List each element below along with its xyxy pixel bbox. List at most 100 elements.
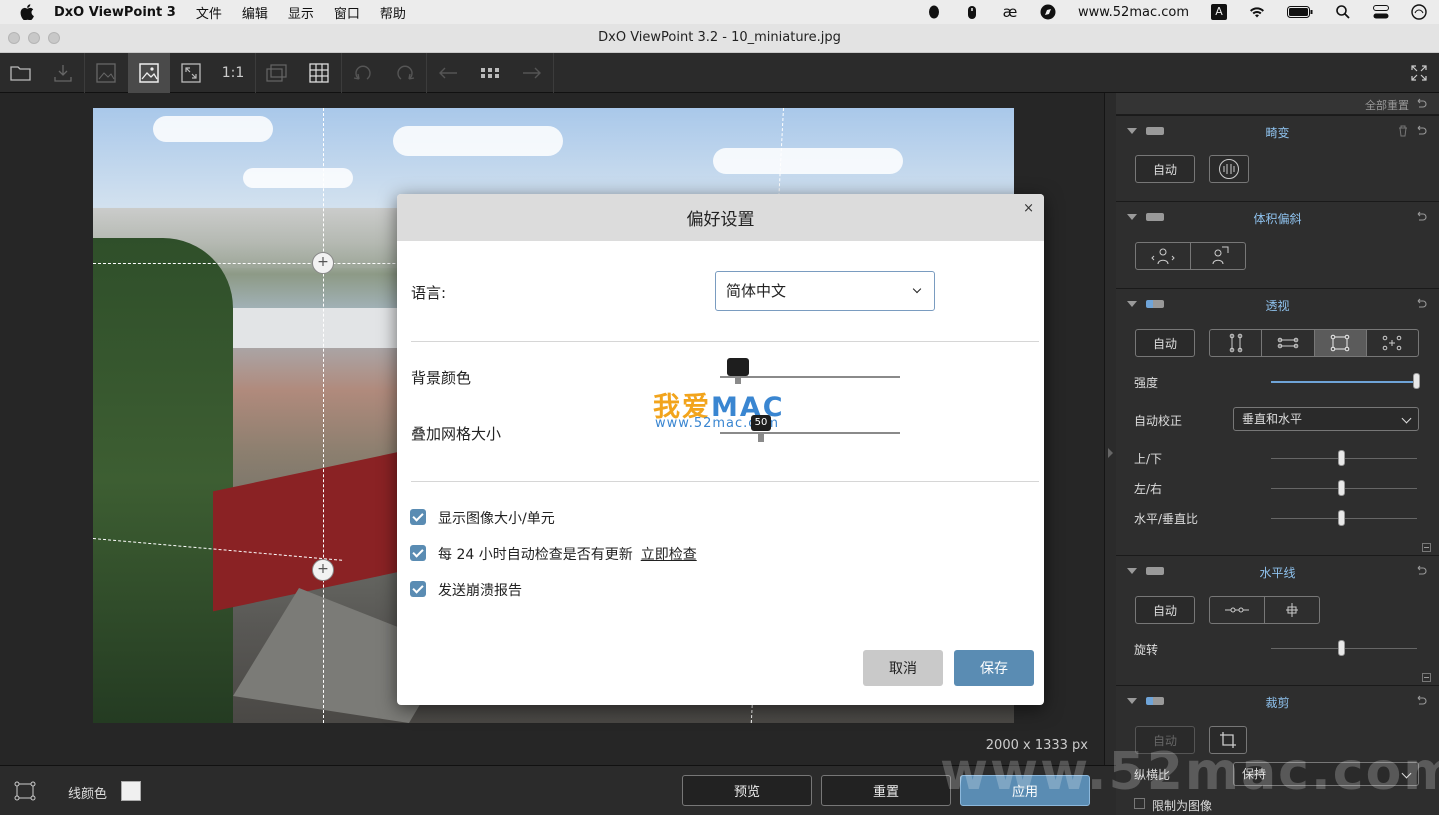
arrow-right-icon [523, 67, 541, 79]
auto-correct-select[interactable]: 垂直和水平 [1233, 407, 1419, 431]
perspective-tool-icon[interactable] [14, 781, 36, 805]
updown-slider-knob[interactable] [1338, 450, 1345, 466]
collapse-triangle-icon[interactable] [1127, 301, 1137, 307]
spotlight-icon[interactable] [1335, 4, 1351, 20]
status-url[interactable]: www.52mac.com [1078, 5, 1189, 20]
collapse-triangle-icon[interactable] [1127, 214, 1137, 220]
siri-icon[interactable] [1411, 4, 1427, 20]
collapse-options-icon[interactable] [1422, 673, 1431, 682]
perspective-auto-button[interactable]: 自动 [1135, 329, 1195, 357]
intensity-slider-knob[interactable] [1413, 373, 1420, 389]
horizon-line-button[interactable] [1210, 597, 1265, 623]
person-center-icon [1151, 248, 1175, 265]
thumbnails-button[interactable] [469, 53, 511, 93]
background-color-knob[interactable] [727, 358, 749, 376]
collapse-triangle-icon[interactable] [1127, 128, 1137, 134]
crop-toggle[interactable] [1146, 697, 1164, 705]
crop-icon [1220, 732, 1236, 748]
menu-file[interactable]: 文件 [196, 3, 222, 22]
check-now-link[interactable]: 立即检查 [641, 547, 697, 563]
menu-window[interactable]: 窗口 [334, 3, 360, 22]
leftright-slider-knob[interactable] [1338, 480, 1345, 496]
compass-icon[interactable] [1040, 4, 1056, 20]
aspect-ratio-select[interactable]: 保持 [1233, 762, 1419, 786]
control-center-icon[interactable] [1373, 4, 1389, 20]
crop-tool-button[interactable] [1209, 726, 1247, 754]
ratio-slider-knob[interactable] [1338, 510, 1345, 526]
dialog-title: 偏好设置 [686, 210, 755, 230]
perspective-rectangle-button[interactable] [1314, 330, 1367, 356]
constrain-checkbox[interactable] [1134, 798, 1145, 809]
collapse-options-icon[interactable] [1422, 543, 1431, 552]
grid-button[interactable] [298, 53, 340, 93]
input-source-icon[interactable]: A [1211, 4, 1227, 20]
image-view-button[interactable] [128, 53, 170, 93]
reset-button[interactable]: 重置 [821, 775, 951, 806]
apple-icon[interactable] [18, 3, 36, 21]
wifi-icon[interactable] [1249, 4, 1265, 20]
before-view-button[interactable] [85, 53, 127, 93]
horizon-level-button[interactable] [1265, 597, 1319, 623]
open-folder-button[interactable] [0, 53, 42, 93]
app-menu[interactable]: DxO ViewPoint 3 [54, 5, 176, 20]
rotate-slider-knob[interactable] [1338, 640, 1345, 656]
menu-view[interactable]: 显示 [288, 3, 314, 22]
volume-title: 体积偏斜 [1253, 212, 1302, 226]
fit-screen-icon [181, 63, 201, 83]
grid-size-knob[interactable]: 50 [751, 415, 771, 431]
qq-icon[interactable] [926, 4, 942, 20]
volume-cylindrical-button[interactable] [1136, 243, 1191, 269]
fullscreen-button[interactable] [1398, 53, 1439, 93]
battery-icon[interactable] [1287, 4, 1313, 20]
volume-toggle[interactable] [1146, 213, 1164, 221]
crop-section: 裁剪 自动 纵横比 保持 限制为图像 [1116, 685, 1439, 815]
show-image-size-checkbox[interactable] [410, 509, 426, 525]
compare-button[interactable] [256, 53, 298, 93]
panel-splitter[interactable] [1104, 93, 1116, 765]
undo-button[interactable] [342, 53, 384, 93]
apply-button[interactable]: 应用 [960, 775, 1090, 806]
guide-handle[interactable]: + [312, 252, 334, 274]
perspective-horizontal-button[interactable] [1262, 330, 1315, 356]
preview-button[interactable]: 预览 [682, 775, 812, 806]
perspective-mode-segmented [1209, 329, 1419, 357]
close-icon[interactable]: × [1023, 201, 1034, 216]
horizon-toggle[interactable] [1146, 567, 1164, 575]
collapse-triangle-icon[interactable] [1127, 698, 1137, 704]
reset-all-button[interactable]: 全部重置 [1365, 97, 1409, 113]
cancel-button[interactable]: 取消 [863, 650, 943, 686]
chevron-down-icon [912, 284, 922, 294]
zoom-100-button[interactable]: 1:1 [212, 53, 254, 93]
intensity-slider[interactable] [1271, 381, 1417, 383]
redo-button[interactable] [384, 53, 426, 93]
horizon-auto-button[interactable]: 自动 [1135, 596, 1195, 624]
background-color-slider[interactable] [720, 376, 900, 378]
distortion-manual-button[interactable] [1209, 155, 1249, 183]
auto-update-checkbox[interactable] [410, 545, 426, 561]
perspective-vertical-button[interactable] [1210, 330, 1263, 356]
line-color-swatch[interactable] [121, 781, 141, 801]
vertical-guide-line[interactable] [323, 108, 324, 723]
crop-auto-button[interactable]: 自动 [1135, 726, 1195, 754]
grid-size-slider[interactable] [720, 432, 900, 434]
distortion-toggle[interactable] [1146, 127, 1164, 135]
save-button[interactable]: 保存 [954, 650, 1034, 686]
next-image-button[interactable] [511, 53, 553, 93]
perspective-toggle[interactable] [1146, 300, 1164, 308]
menu-help[interactable]: 帮助 [380, 3, 406, 22]
guide-handle[interactable]: + [312, 559, 334, 581]
collapse-arrow-icon[interactable] [1108, 448, 1113, 458]
volume-spherical-button[interactable] [1191, 243, 1245, 269]
distortion-auto-button[interactable]: 自动 [1135, 155, 1195, 183]
export-button[interactable] [42, 53, 84, 93]
mouse-icon[interactable] [964, 4, 980, 20]
perspective-points-button[interactable] [1367, 330, 1418, 356]
ae-icon[interactable]: æ [1002, 3, 1018, 21]
image-size-label: 2000 x 1333 px [985, 738, 1088, 753]
collapse-triangle-icon[interactable] [1127, 568, 1137, 574]
language-select[interactable]: 简体中文 [715, 271, 935, 311]
menu-edit[interactable]: 编辑 [242, 3, 268, 22]
previous-image-button[interactable] [427, 53, 469, 93]
fit-screen-button[interactable] [170, 53, 212, 93]
crash-report-checkbox[interactable] [410, 581, 426, 597]
